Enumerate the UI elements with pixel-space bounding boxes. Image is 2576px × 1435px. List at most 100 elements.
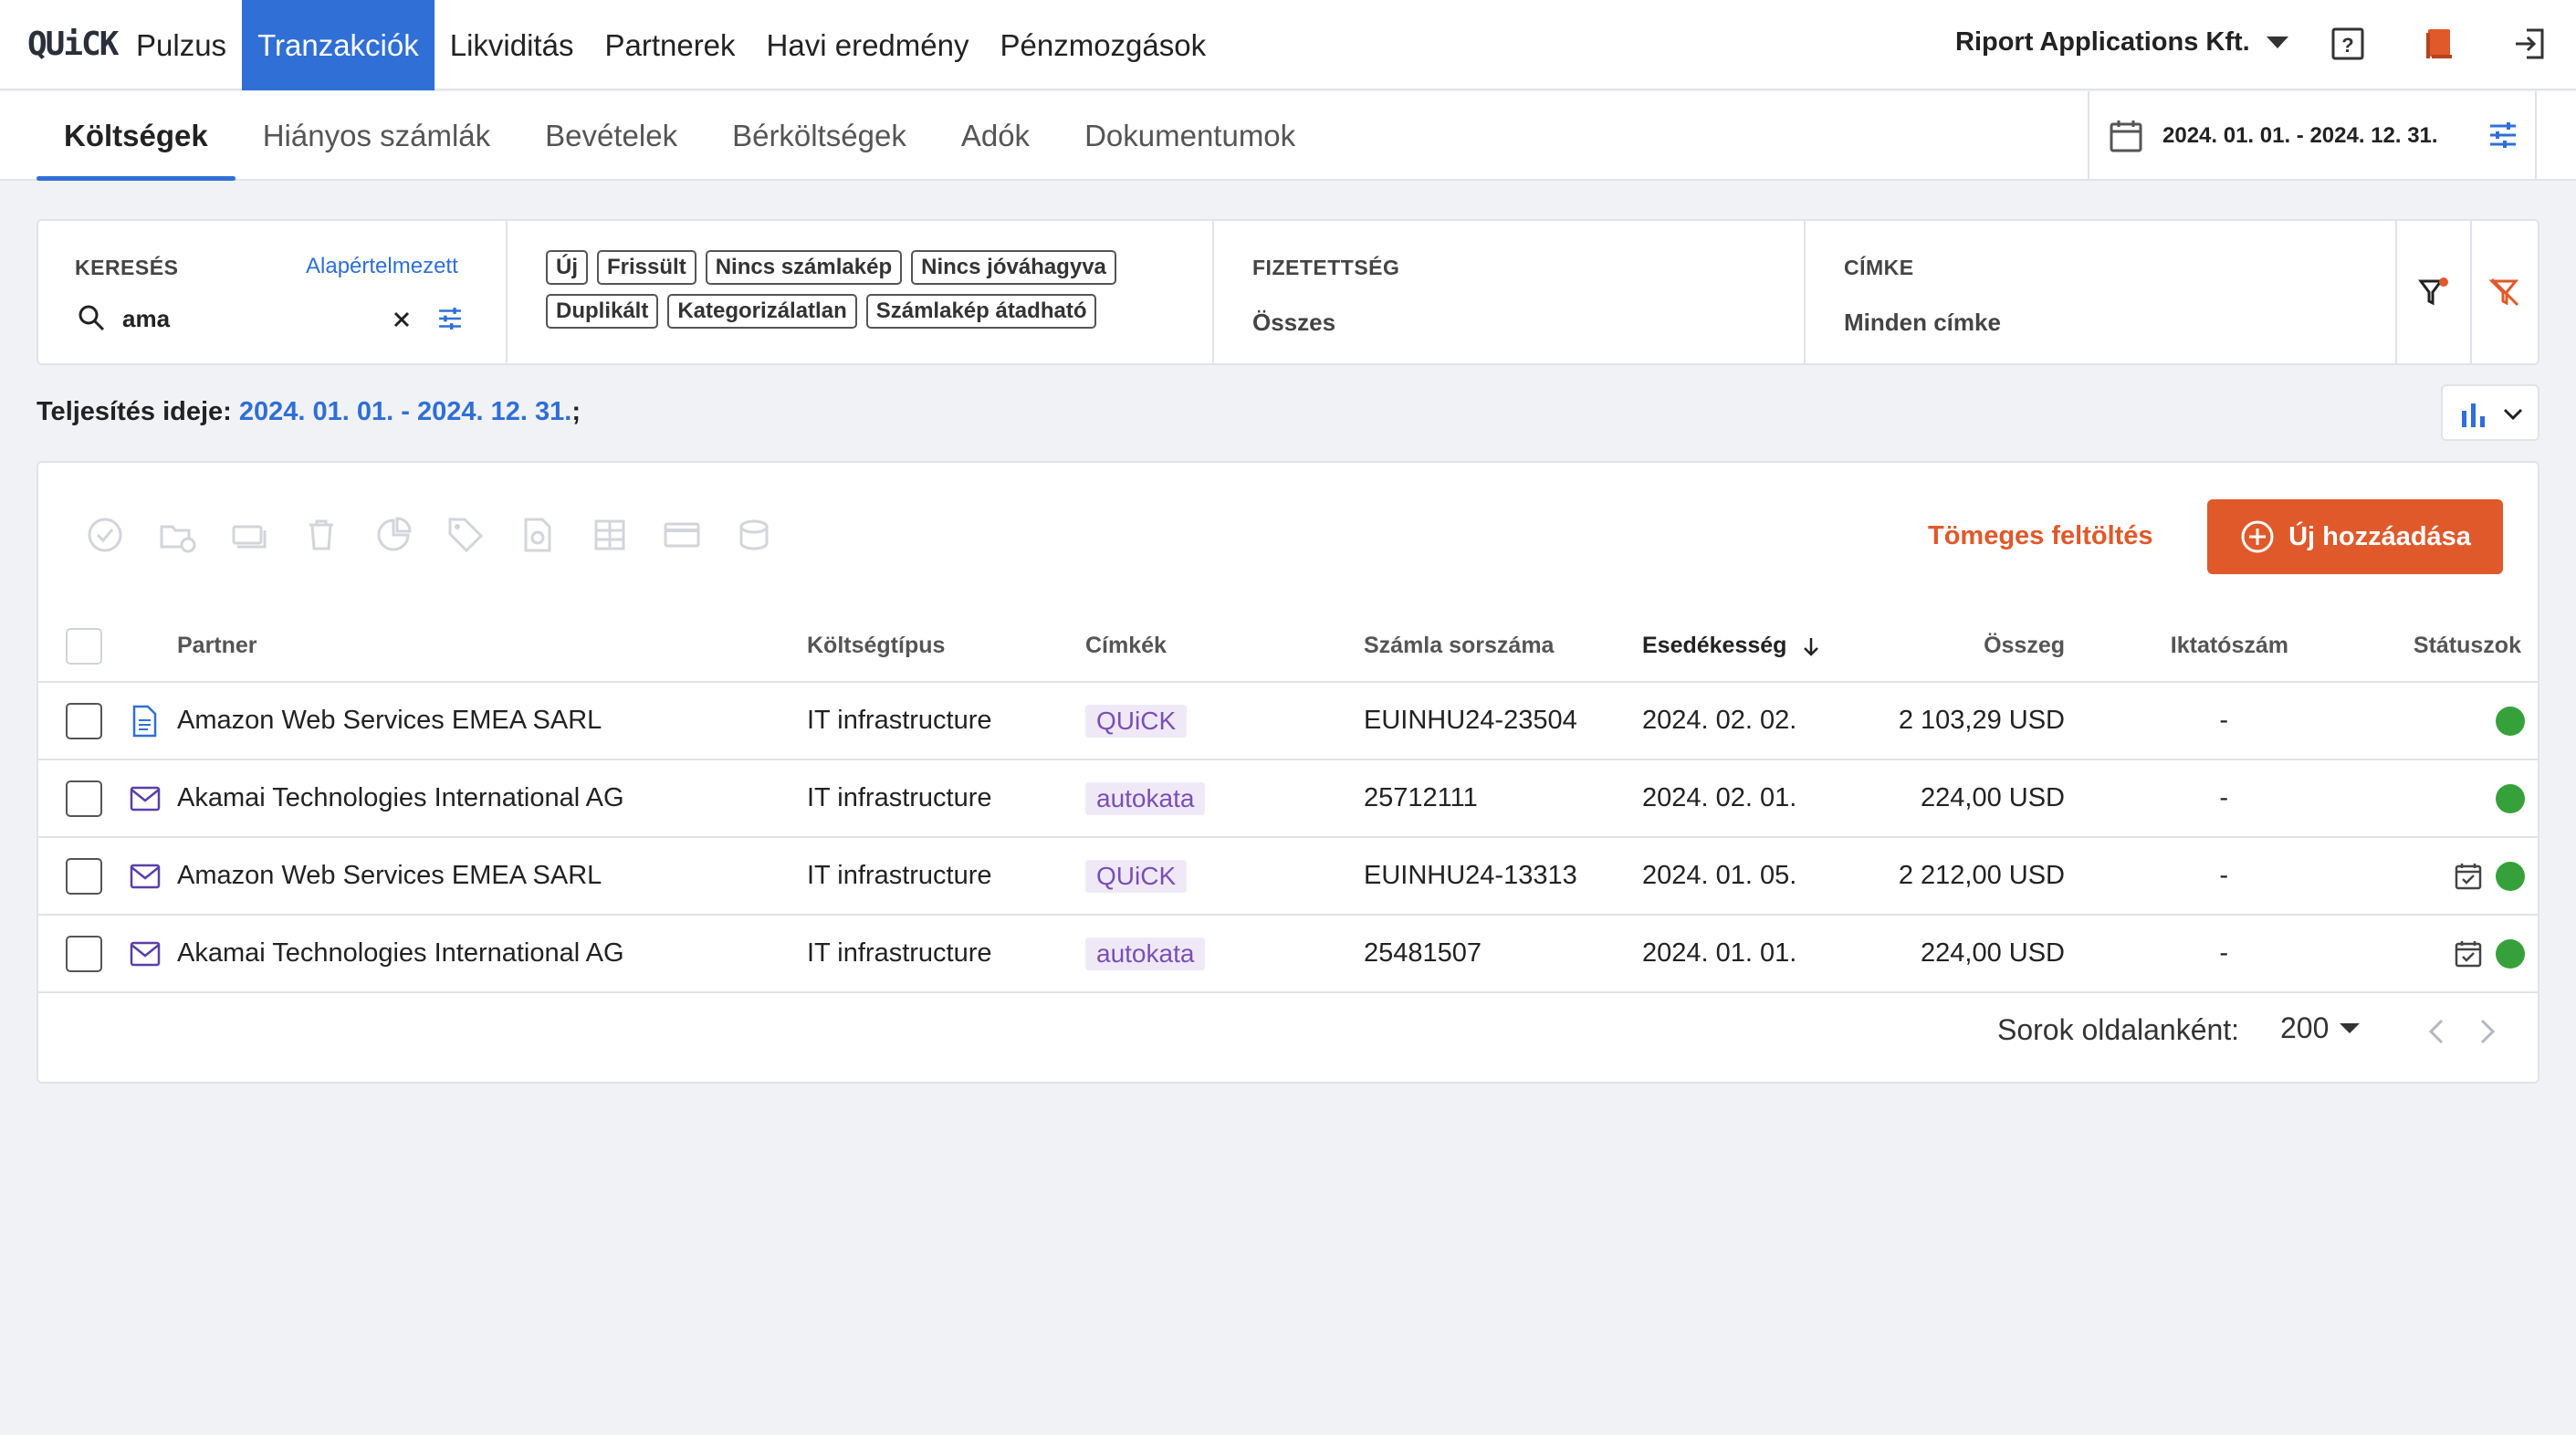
book-icon[interactable] (2421, 26, 2457, 62)
add-new-button[interactable]: Új hozzáadása (2207, 499, 2503, 574)
delete-icon[interactable] (302, 516, 340, 554)
period-dates[interactable]: 2024. 01. 01. - 2024. 12. 31. (239, 397, 571, 426)
bulk-upload-button[interactable]: Tömeges feltöltés (1928, 521, 2153, 551)
next-page-icon[interactable] (2470, 1015, 2503, 1048)
cell-amount: 2 212,00 USD (1870, 837, 2094, 916)
coins-icon[interactable] (735, 516, 773, 554)
chip-nincs-szamlakep[interactable]: Nincs számlakép (705, 250, 903, 285)
status-ok-dot[interactable] (2496, 861, 2525, 891)
company-selector[interactable]: Riport Applications Kft. (1955, 27, 2288, 58)
mail-icon[interactable] (130, 863, 161, 890)
approve-icon[interactable] (86, 516, 124, 554)
excel-export-icon[interactable] (591, 516, 629, 554)
search-input[interactable]: ama (122, 305, 170, 333)
chip-duplikalt[interactable]: Duplikált (546, 294, 659, 329)
mail-icon[interactable] (130, 940, 161, 968)
filter-apply-section (2397, 221, 2472, 363)
chevron-down-icon (2503, 408, 2523, 421)
cell-cost-type: IT infrastructure (807, 682, 1085, 760)
tag-badge[interactable]: autokata (1085, 937, 1206, 970)
clear-icon[interactable] (391, 309, 413, 330)
row-checkbox[interactable] (66, 935, 102, 972)
chip-frissult[interactable]: Frissült (597, 250, 696, 285)
header-due-date[interactable]: Esedékesség (1642, 611, 1870, 683)
default-filter-link[interactable]: Alapértelmezett (306, 254, 458, 279)
row-checkbox[interactable] (66, 857, 102, 895)
chip-kategorizalatlan[interactable]: Kategorizálatlan (667, 294, 857, 329)
top-bar: QUiCK Pulzus Tranzakciók Likviditás Part… (0, 0, 2576, 90)
credit-card-icon[interactable] (663, 516, 701, 554)
tag-badge[interactable]: QUiCK (1085, 859, 1188, 893)
mail-icon[interactable] (130, 785, 161, 812)
row-checkbox[interactable] (66, 780, 102, 817)
tag-value: Minden címke (1844, 309, 2001, 336)
nav-item-tranzakciok[interactable]: Tranzakciók (242, 0, 435, 90)
header-amount[interactable]: Összeg (1870, 611, 2094, 683)
rows-per-page-select[interactable]: 200 (2280, 1011, 2361, 1045)
nav-item-likviditas[interactable]: Likviditás (435, 0, 590, 90)
cell-cost-type: IT infrastructure (807, 759, 1085, 838)
status-cell (2318, 706, 2538, 736)
cell-filing-no: - (2094, 759, 2318, 838)
document-icon[interactable] (130, 705, 159, 738)
advanced-search-icon[interactable] (435, 303, 466, 334)
sub-nav-bar: Költségek Hiányos számlák Bevételek Bérk… (0, 91, 2576, 181)
search-label: KERESÉS (75, 256, 179, 279)
sub-tabs: Költségek Hiányos számlák Bevételek Bérk… (37, 91, 1323, 181)
nav-item-pulzus[interactable]: Pulzus (120, 0, 242, 90)
tag-badge[interactable]: QUiCK (1085, 704, 1188, 738)
tab-koltsegek[interactable]: Költségek (37, 91, 236, 181)
tag-filter[interactable]: CÍMKE Minden címke (1806, 221, 2397, 363)
app-logo[interactable]: QUiCK (27, 26, 119, 63)
header-statuses[interactable]: Státuszok (2318, 611, 2538, 683)
tab-adok[interactable]: Adók (934, 91, 1057, 181)
add-to-folder-icon[interactable] (158, 516, 196, 554)
header-partner[interactable]: Partner (177, 611, 807, 683)
filter-panel: KERESÉS Alapértelmezett ama Új Frissült … (37, 219, 2539, 365)
status-ok-dot[interactable] (2496, 706, 2525, 736)
header-invoice-no[interactable]: Számla sorszáma (1364, 611, 1642, 683)
header-filing-no[interactable]: Iktatószám (2094, 611, 2318, 683)
date-range-picker[interactable]: 2024. 01. 01. - 2024. 12. 31. (2088, 91, 2537, 181)
transfer-icon[interactable] (230, 516, 268, 554)
nav-item-penzmozgasok[interactable]: Pénzmozgások (984, 0, 1221, 90)
header-tags[interactable]: Címkék (1085, 611, 1364, 683)
cell-due-date: 2024. 02. 02. (1642, 682, 1870, 760)
pie-chart-icon[interactable] (374, 516, 413, 554)
calendar-check-icon[interactable] (2454, 939, 2483, 969)
chip-szamlakep-atadhato[interactable]: Számlakép átadható (865, 294, 1097, 329)
table-row[interactable]: Amazon Web Services EMEA SARL IT infrast… (38, 682, 2538, 760)
help-icon[interactable]: ? (2330, 26, 2366, 62)
calendar-check-icon[interactable] (2454, 862, 2483, 891)
tab-berkoltsegek[interactable]: Bérköltségek (705, 91, 934, 181)
header-cost-type[interactable]: Költségtípus (807, 611, 1085, 683)
tab-dokumentumok[interactable]: Dokumentumok (1057, 91, 1323, 181)
status-ok-dot[interactable] (2496, 783, 2525, 813)
chip-nincs-jovahagyva[interactable]: Nincs jóváhagyva (911, 250, 1116, 285)
tab-hianyos-szamlak[interactable]: Hiányos számlák (236, 91, 518, 181)
plus-circle-icon (2241, 520, 2274, 553)
document-search-icon[interactable] (518, 516, 557, 554)
table-row[interactable]: Amazon Web Services EMEA SARL IT infrast… (38, 837, 2538, 916)
chip-uj[interactable]: Új (546, 250, 588, 285)
tag-badge[interactable]: autokata (1085, 781, 1206, 815)
select-all-checkbox[interactable] (66, 627, 102, 665)
status-ok-dot[interactable] (2496, 938, 2525, 969)
clear-filter-icon[interactable] (2488, 276, 2521, 309)
filter-icon[interactable] (2417, 276, 2450, 309)
row-checkbox[interactable] (66, 702, 102, 739)
nav-item-havi-eredmeny[interactable]: Havi eredmény (751, 0, 985, 90)
calendar-icon (2110, 120, 2142, 152)
tag-icon[interactable] (446, 516, 485, 554)
date-range-text: 2024. 01. 01. - 2024. 12. 31. (2162, 123, 2438, 148)
table-row[interactable]: Akamai Technologies International AG IT … (38, 759, 2538, 838)
logout-icon[interactable] (2512, 26, 2549, 62)
cell-partner: Amazon Web Services EMEA SARL (177, 682, 807, 760)
sliders-icon[interactable] (2485, 117, 2521, 153)
prev-page-icon[interactable] (2421, 1015, 2454, 1048)
nav-item-partnerek[interactable]: Partnerek (589, 0, 750, 90)
tab-bevetelek[interactable]: Bevételek (518, 91, 705, 181)
cell-filing-no: - (2094, 837, 2318, 916)
chart-toggle-button[interactable] (2441, 384, 2539, 441)
payment-filter[interactable]: FIZETETTSÉG Összes (1214, 221, 1806, 363)
